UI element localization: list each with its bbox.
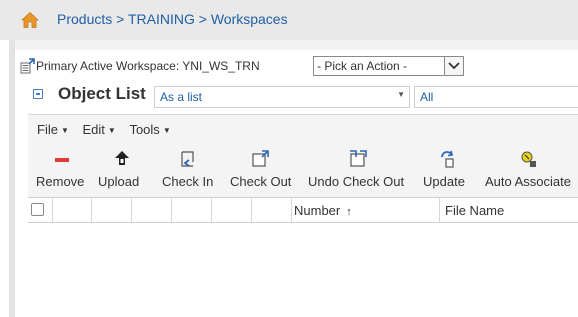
caret-down-icon: ▼ xyxy=(107,126,116,136)
filter-box[interactable]: All xyxy=(414,86,578,108)
chevron-down-icon[interactable] xyxy=(444,57,463,75)
file-menu-label: File xyxy=(37,122,58,137)
caret-down-icon: ▼ xyxy=(60,126,69,136)
tools-menu[interactable]: Tools ▼ xyxy=(129,122,170,137)
update-icon xyxy=(441,150,454,168)
tools-menu-label: Tools xyxy=(129,122,160,137)
object-list-header: Object List As a list ▼ All xyxy=(33,84,578,108)
panel-header-strip xyxy=(15,40,578,50)
select-all-checkbox[interactable] xyxy=(31,203,44,216)
icon-column[interactable] xyxy=(172,198,212,222)
caret-down-icon: ▼ xyxy=(162,126,171,136)
breadcrumb-workspaces[interactable]: Workspaces xyxy=(211,11,288,27)
number-column-label: Number xyxy=(294,203,341,218)
edit-menu-label: Edit xyxy=(82,122,105,137)
undo-check-out-button[interactable]: Undo Check Out xyxy=(306,149,408,195)
number-column-header[interactable]: Number ↑ xyxy=(292,198,440,222)
update-label: Update xyxy=(423,174,465,189)
breadcrumb: Products > TRAINING > Workspaces xyxy=(57,11,288,27)
toolbar: File ▼ Edit ▼ Tools ▼ Remove Upload Check I… xyxy=(28,114,578,197)
workspace-icon xyxy=(20,58,35,74)
menu-bar: File ▼ Edit ▼ Tools ▼ xyxy=(37,122,181,137)
auto-associate-label: Auto Associate xyxy=(485,174,571,189)
home-icon[interactable] xyxy=(21,11,39,29)
edit-menu[interactable]: Edit ▼ xyxy=(83,122,116,137)
check-in-icon xyxy=(181,151,194,167)
upload-label: Upload xyxy=(98,174,140,189)
icon-column[interactable] xyxy=(252,198,292,222)
check-out-icon xyxy=(252,150,269,167)
auto-associate-icon xyxy=(521,151,536,167)
upload-button[interactable]: Upload xyxy=(98,149,148,195)
update-button[interactable]: Update xyxy=(423,149,473,195)
remove-icon xyxy=(55,158,69,162)
file-name-column-label: File Name xyxy=(445,203,505,218)
action-select-value: - Pick an Action - xyxy=(317,59,408,73)
file-name-column-header[interactable]: File Name xyxy=(440,198,578,222)
remove-label: Remove xyxy=(36,174,85,189)
upload-icon xyxy=(115,151,129,165)
object-list-title: Object List xyxy=(58,84,146,103)
panel-frame xyxy=(9,40,15,317)
icon-column[interactable] xyxy=(92,198,132,222)
auto-associate-button[interactable]: Auto Associate xyxy=(483,149,578,195)
icon-column[interactable] xyxy=(53,198,92,222)
view-select[interactable]: As a list ▼ xyxy=(154,86,410,108)
check-in-button[interactable]: Check In xyxy=(160,149,218,195)
undo-check-out-label: Undo Check Out xyxy=(308,174,405,189)
collapse-icon[interactable] xyxy=(33,89,43,99)
check-in-label: Check In xyxy=(162,174,214,189)
remove-button[interactable]: Remove xyxy=(36,149,88,195)
breadcrumb-separator: > xyxy=(198,11,207,27)
action-select[interactable]: - Pick an Action - xyxy=(313,56,464,76)
view-select-value: As a list xyxy=(160,90,203,104)
check-out-label: Check Out xyxy=(230,174,292,189)
undo-check-out-icon xyxy=(350,150,367,167)
filter-value: All xyxy=(420,90,434,104)
sort-ascending-icon: ↑ xyxy=(346,206,352,218)
dropdown-arrow-icon[interactable]: ▼ xyxy=(397,90,405,99)
breadcrumb-training[interactable]: TRAINING xyxy=(128,11,195,27)
breadcrumb-separator: > xyxy=(116,11,125,27)
icon-column[interactable] xyxy=(212,198,252,222)
icon-column[interactable] xyxy=(132,198,172,222)
file-menu[interactable]: File ▼ xyxy=(37,122,69,137)
workspace-label: Primary Active Workspace: YNI_WS_TRN xyxy=(36,59,260,73)
select-all-cell xyxy=(28,198,53,222)
breadcrumb-bar: Products > TRAINING > Workspaces xyxy=(0,0,578,40)
check-out-button[interactable]: Check Out xyxy=(228,149,296,195)
breadcrumb-products[interactable]: Products xyxy=(57,11,112,27)
table-header: Number ↑ File Name xyxy=(28,197,578,223)
